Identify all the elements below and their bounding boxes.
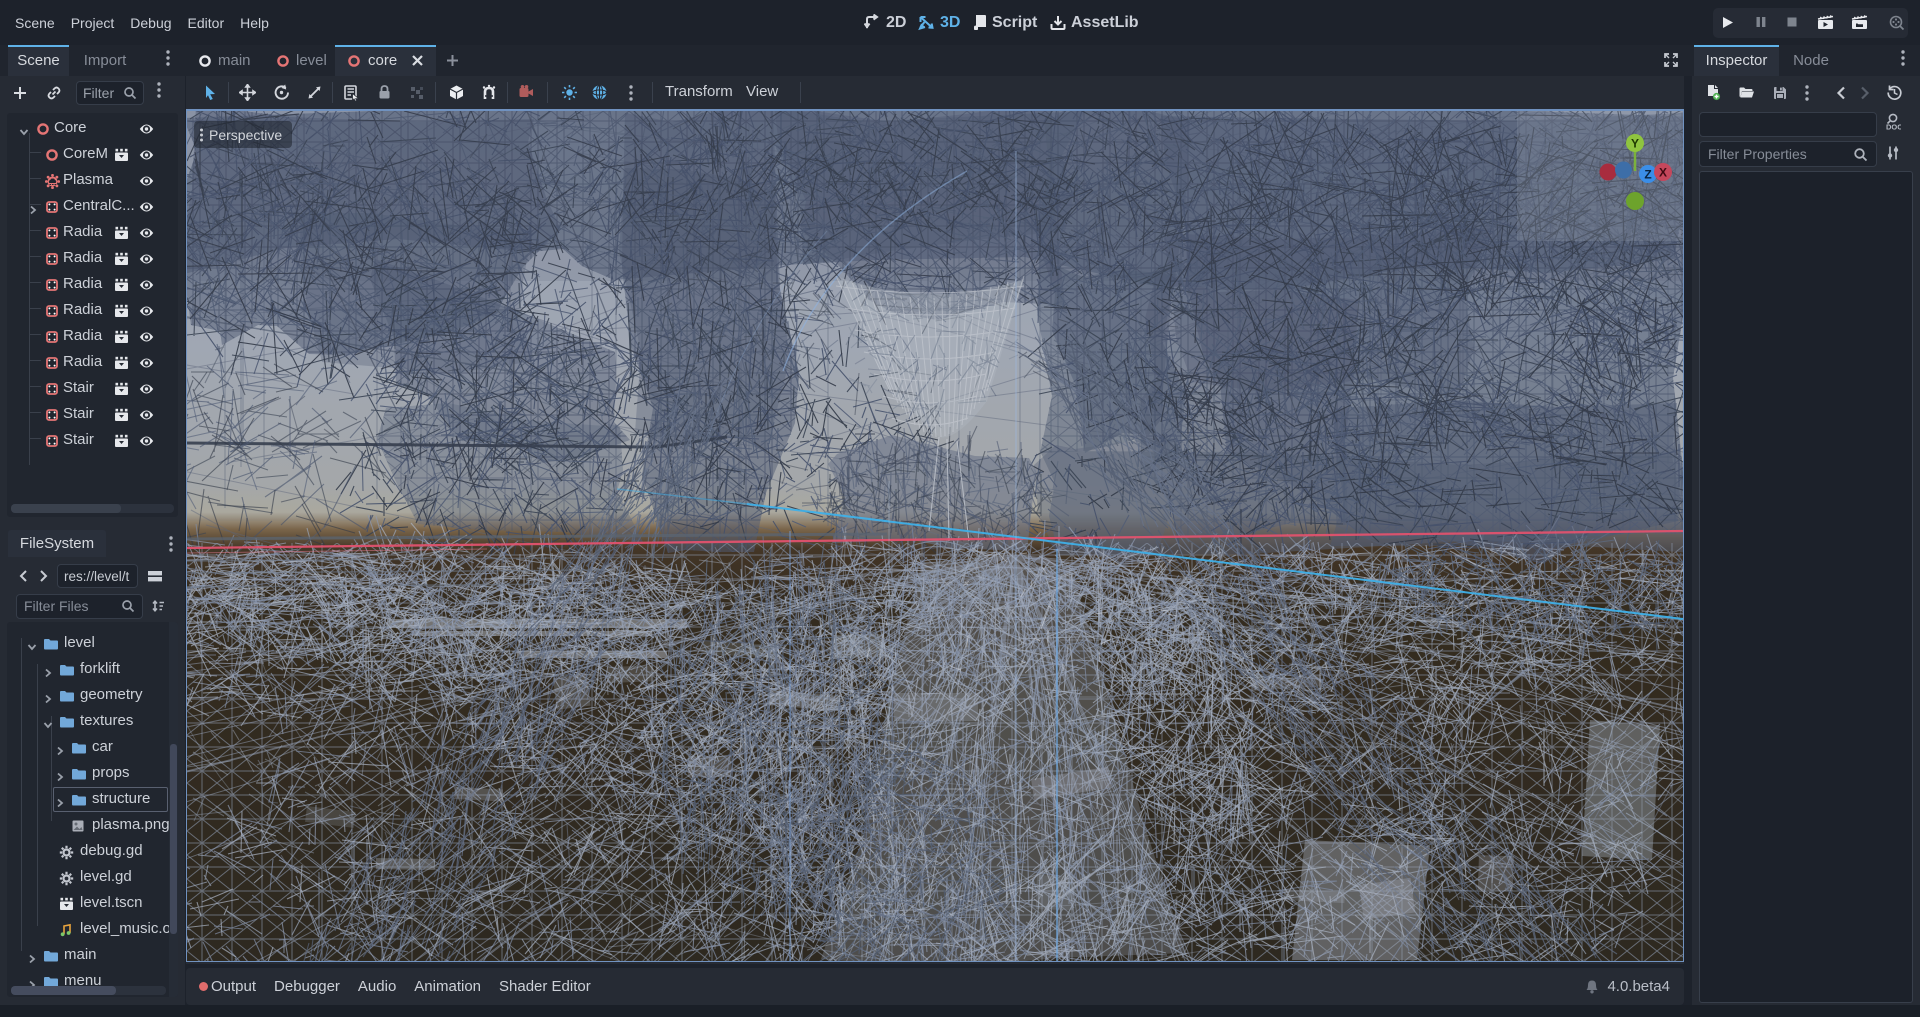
svg-text:DOC: DOC bbox=[1886, 123, 1901, 132]
svg-text:Z: Z bbox=[1644, 168, 1651, 182]
svg-text:X: X bbox=[1659, 166, 1667, 180]
svg-text:Y: Y bbox=[1631, 137, 1639, 151]
